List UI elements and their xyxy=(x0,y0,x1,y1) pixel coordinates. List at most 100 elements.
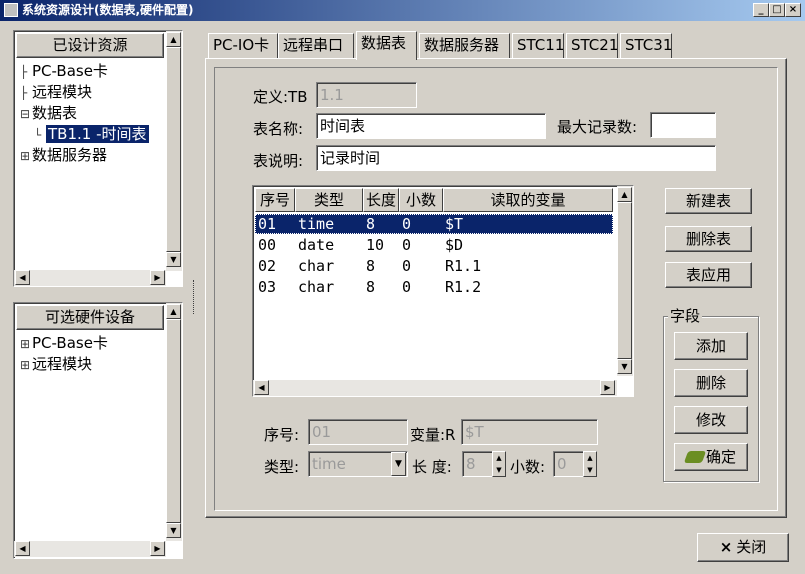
app-icon xyxy=(4,3,18,17)
chevron-down-icon[interactable]: ▼ xyxy=(391,452,406,476)
column-header[interactable]: 小数 xyxy=(399,188,443,212)
scroll-thumb[interactable] xyxy=(617,202,632,359)
tree-branch-icon[interactable]: ⊞ xyxy=(20,146,32,166)
scroll-left-icon[interactable]: ◀ xyxy=(254,380,269,395)
tab-0[interactable]: PC-IO卡 xyxy=(208,33,278,58)
scroll-left-icon[interactable]: ◀ xyxy=(15,541,30,556)
tab-4[interactable]: STC11 xyxy=(512,33,564,58)
def-input[interactable]: 1.1 xyxy=(316,82,417,108)
dec-spinner[interactable]: ▲ ▼ xyxy=(583,451,597,477)
modify-field-button[interactable]: 修改 xyxy=(674,406,748,434)
tree-branch-icon: ├ xyxy=(20,65,28,79)
table-cell: 0 xyxy=(402,215,412,233)
table-cell: 01 xyxy=(258,215,277,233)
len-label: 长 度: xyxy=(412,458,452,476)
window-title-bar: 系统资源设计(数据表,硬件配置) _ □ × xyxy=(0,0,805,21)
tree-item[interactable]: ⊞ PC-Base卡 xyxy=(20,333,168,354)
close-icon: × xyxy=(719,538,733,556)
tree-item-label: 远程模块 xyxy=(32,83,93,101)
table-hscrollbar[interactable]: ◀ ▶ xyxy=(253,380,617,396)
apply-table-button[interactable]: 表应用 xyxy=(665,262,752,288)
hardware-hscrollbar[interactable]: ◀ ▶ xyxy=(14,541,166,557)
tree-item-label: 数据表 xyxy=(32,104,78,122)
var-label: 变量:R xyxy=(410,426,456,444)
delete-field-button[interactable]: 删除 xyxy=(674,369,748,397)
table-cell: time xyxy=(298,215,335,233)
close-window-button[interactable]: × xyxy=(785,3,801,17)
scroll-up-icon[interactable]: ▲ xyxy=(617,187,632,202)
table-row[interactable]: 03 char 8 0 R1.2 xyxy=(255,277,613,297)
table-row[interactable]: 01 time 8 0 $T xyxy=(255,214,613,234)
column-header[interactable]: 读取的变量 xyxy=(443,188,613,212)
designed-resources-header[interactable]: 已设计资源 xyxy=(16,33,164,58)
scroll-thumb[interactable] xyxy=(166,319,181,523)
hardware-vscrollbar[interactable]: ▲ ▼ xyxy=(166,303,182,541)
delete-table-button[interactable]: 删除表 xyxy=(665,226,752,252)
scroll-right-icon[interactable]: ▶ xyxy=(150,270,165,285)
designed-hscrollbar[interactable]: ◀ ▶ xyxy=(14,270,166,286)
table-cell: 8 xyxy=(366,257,376,275)
table-cell: 8 xyxy=(366,215,376,233)
maximize-button[interactable]: □ xyxy=(769,3,785,17)
handshake-icon xyxy=(683,451,707,463)
var-input[interactable]: $T xyxy=(461,419,598,445)
scroll-down-icon[interactable]: ▼ xyxy=(617,359,632,374)
spin-up-icon[interactable]: ▲ xyxy=(493,452,505,464)
scroll-down-icon[interactable]: ▼ xyxy=(166,523,181,538)
table-cell: 02 xyxy=(258,257,277,275)
table-vscrollbar[interactable]: ▲ ▼ xyxy=(617,186,633,376)
len-spinner[interactable]: ▲ ▼ xyxy=(492,451,506,477)
tree-item[interactable]: ⊞ 远程模块 xyxy=(20,354,168,375)
table-row[interactable]: 02 char 8 0 R1.1 xyxy=(255,256,613,276)
scroll-up-icon[interactable]: ▲ xyxy=(166,32,181,47)
tree-item[interactable]: ├ PC-Base卡 xyxy=(20,61,168,82)
add-field-button[interactable]: 添加 xyxy=(674,332,748,360)
max-records-input[interactable] xyxy=(650,112,716,138)
column-header[interactable]: 长度 xyxy=(363,188,399,212)
tab-2[interactable]: 数据表 xyxy=(356,31,417,60)
scroll-up-icon[interactable]: ▲ xyxy=(166,304,181,319)
scroll-thumb[interactable] xyxy=(166,47,181,252)
tree-branch-icon[interactable]: ⊞ xyxy=(20,355,32,375)
column-header[interactable]: 序号 xyxy=(255,188,295,212)
table-desc-input[interactable]: 记录时间 xyxy=(316,145,716,171)
scroll-left-icon[interactable]: ◀ xyxy=(15,270,30,285)
tree-item[interactable]: └ TB1.1 -时间表 xyxy=(20,124,168,145)
hardware-header[interactable]: 可选硬件设备 xyxy=(16,305,164,330)
table-body: 01 time 8 0 $T 00 date 10 0 $D 02 char 8 0 R1.1 03 char 8… xyxy=(255,214,615,374)
table-cell: 00 xyxy=(258,236,277,254)
hardware-panel: 可选硬件设备 ⊞ PC-Base卡 ⊞ 远程模块 ▲ ▼ ◀ ▶ xyxy=(13,302,183,559)
minimize-button[interactable]: _ xyxy=(753,3,769,17)
tab-3[interactable]: 数据服务器 xyxy=(419,33,510,58)
spin-down-icon[interactable]: ▼ xyxy=(584,464,596,476)
designed-vscrollbar[interactable]: ▲ ▼ xyxy=(166,31,182,271)
scroll-right-icon[interactable]: ▶ xyxy=(150,541,165,556)
spin-up-icon[interactable]: ▲ xyxy=(584,452,596,464)
table-name-input[interactable]: 时间表 xyxy=(316,113,546,139)
scroll-right-icon[interactable]: ▶ xyxy=(600,380,615,395)
scroll-down-icon[interactable]: ▼ xyxy=(166,252,181,267)
tree-item[interactable]: ⊞ 数据服务器 xyxy=(20,145,168,166)
confirm-field-button[interactable]: 确定 xyxy=(674,443,748,471)
tab-6[interactable]: STC31 xyxy=(620,33,672,58)
column-header[interactable]: 类型 xyxy=(295,188,363,212)
tree-branch-icon[interactable]: ⊞ xyxy=(20,334,32,355)
seq-input[interactable]: 01 xyxy=(308,419,408,445)
close-button[interactable]: × 关闭 xyxy=(697,533,789,562)
dec-label: 小数: xyxy=(510,458,546,476)
spin-down-icon[interactable]: ▼ xyxy=(493,464,505,476)
tab-1[interactable]: 远程串口 xyxy=(278,33,354,58)
tree-item[interactable]: ├ 远程模块 xyxy=(20,82,168,103)
tree-branch-icon: ├ xyxy=(20,86,28,100)
new-table-button[interactable]: 新建表 xyxy=(665,188,752,214)
table-row[interactable]: 00 date 10 0 $D xyxy=(255,235,613,255)
designed-resources-panel: 已设计资源 ├ PC-Base卡 ├ 远程模块 ⊟ 数据表 └ TB1.1 -时间表 ⊞ 数据服务… xyxy=(13,30,183,287)
tree-item-label: TB1.1 -时间表 xyxy=(45,124,150,144)
window-title: 系统资源设计(数据表,硬件配置) xyxy=(22,3,194,17)
tree-item-label: 远程模块 xyxy=(32,355,93,373)
tree-branch-icon[interactable]: ⊟ xyxy=(20,104,32,125)
splitter-grip[interactable] xyxy=(193,280,196,314)
tree-item[interactable]: ⊟ 数据表 xyxy=(20,103,168,124)
table-header: 序号 类型 长度 小数 读取的变量 xyxy=(255,188,615,212)
tab-5[interactable]: STC21 xyxy=(566,33,618,58)
